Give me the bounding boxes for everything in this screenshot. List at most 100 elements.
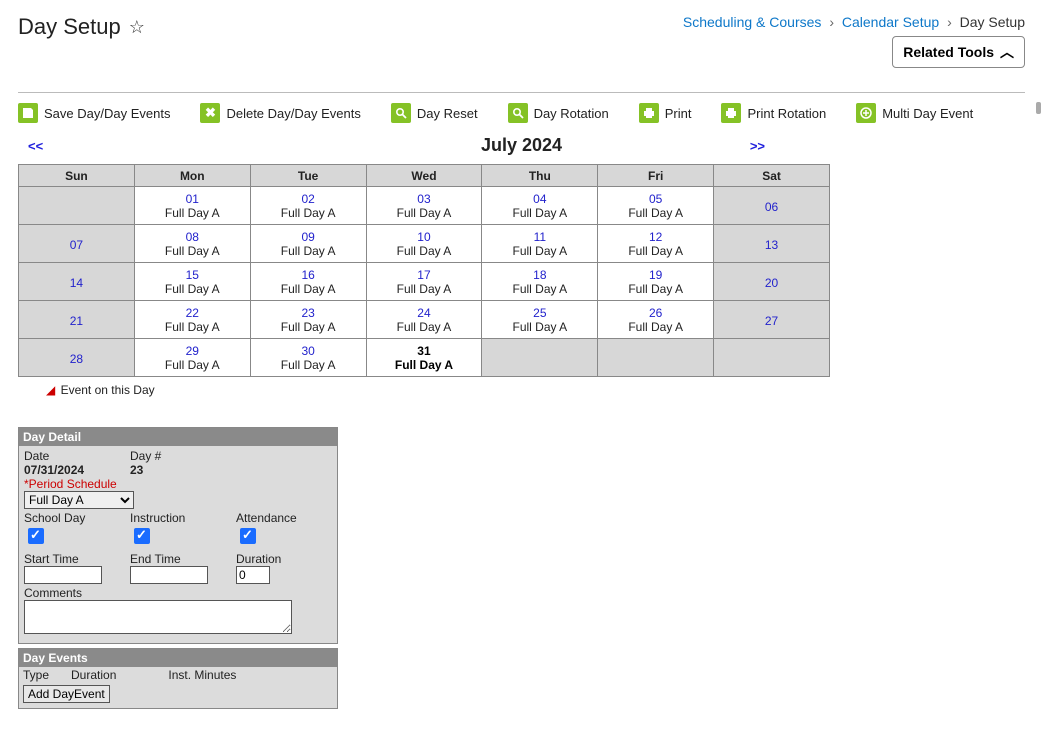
calendar-day-cell[interactable]: 31Full Day A xyxy=(366,339,482,377)
legend-text: Event on this Day xyxy=(61,383,155,397)
magnify-icon xyxy=(391,103,411,123)
calendar-day-cell[interactable]: 02Full Day A xyxy=(250,187,366,225)
day-schedule-label: Full Day A xyxy=(482,206,597,222)
calendar-day-cell[interactable]: 14 xyxy=(19,263,135,301)
breadcrumb-calendar-setup[interactable]: Calendar Setup xyxy=(842,14,939,30)
print-icon xyxy=(639,103,659,123)
calendar-day-cell[interactable]: 03Full Day A xyxy=(366,187,482,225)
calendar-day-cell[interactable]: 16Full Day A xyxy=(250,263,366,301)
weekday-header: Fri xyxy=(598,165,714,187)
calendar-day-cell[interactable]: 20 xyxy=(714,263,830,301)
calendar-day-cell[interactable]: 26Full Day A xyxy=(598,301,714,339)
instruction-label: Instruction xyxy=(130,511,226,525)
calendar-day-cell[interactable]: 22Full Day A xyxy=(134,301,250,339)
col-duration: Duration xyxy=(71,668,116,682)
calendar-day-cell[interactable]: 08Full Day A xyxy=(134,225,250,263)
toolbar-label: Print Rotation xyxy=(747,106,826,121)
day-number: 29 xyxy=(135,342,250,358)
panel-title: Day Events xyxy=(19,649,337,667)
calendar-day-cell[interactable]: 07 xyxy=(19,225,135,263)
calendar-day-cell[interactable]: 13 xyxy=(714,225,830,263)
day-number: 10 xyxy=(367,228,482,244)
calendar-day-cell[interactable]: 04Full Day A xyxy=(482,187,598,225)
instruction-checkbox[interactable] xyxy=(134,528,150,544)
delete-icon: ✖ xyxy=(200,103,220,123)
day-schedule-label: Full Day A xyxy=(482,282,597,298)
toolbar: Save Day/Day Events ✖ Delete Day/Day Eve… xyxy=(18,92,1025,123)
toolbar-label: Day Reset xyxy=(417,106,478,121)
calendar-day-cell[interactable]: 17Full Day A xyxy=(366,263,482,301)
day-number: 30 xyxy=(251,342,366,358)
attendance-checkbox[interactable] xyxy=(240,528,256,544)
calendar-day-cell[interactable]: 28 xyxy=(19,339,135,377)
period-schedule-select[interactable]: Full Day A xyxy=(24,491,134,509)
start-time-input[interactable] xyxy=(24,566,102,584)
calendar-day-cell[interactable]: 10Full Day A xyxy=(366,225,482,263)
day-schedule-label: Full Day A xyxy=(598,320,713,336)
calendar-day-cell[interactable]: 06 xyxy=(714,187,830,225)
comments-textarea[interactable] xyxy=(24,600,292,634)
breadcrumb-scheduling[interactable]: Scheduling & Courses xyxy=(683,14,822,30)
calendar-grid: SunMonTueWedThuFriSat 01Full Day A02Full… xyxy=(18,164,830,377)
calendar-day-cell[interactable]: 24Full Day A xyxy=(366,301,482,339)
scrollbar-hint[interactable] xyxy=(1036,102,1041,114)
day-detail-panel: Day Detail Date 07/31/2024 Day # 23 *Per… xyxy=(18,427,338,644)
day-reset-button[interactable]: Day Reset xyxy=(391,103,478,123)
day-schedule-label: Full Day A xyxy=(135,320,250,336)
plus-icon xyxy=(856,103,876,123)
weekday-header: Sat xyxy=(714,165,830,187)
daynum-value: 23 xyxy=(130,463,226,477)
calendar-day-cell[interactable]: 09Full Day A xyxy=(250,225,366,263)
calendar-day-cell[interactable]: 30Full Day A xyxy=(250,339,366,377)
calendar-day-cell[interactable]: 11Full Day A xyxy=(482,225,598,263)
calendar-day-cell[interactable]: 18Full Day A xyxy=(482,263,598,301)
month-title: July 2024 xyxy=(481,129,562,162)
day-schedule-label: Full Day A xyxy=(598,206,713,222)
day-number: 28 xyxy=(19,350,134,366)
print-button[interactable]: Print xyxy=(639,103,692,123)
calendar-day-cell[interactable]: 27 xyxy=(714,301,830,339)
chevron-right-icon: › xyxy=(943,14,956,30)
date-label: Date xyxy=(24,449,120,463)
calendar-day-cell[interactable]: 23Full Day A xyxy=(250,301,366,339)
related-tools-button[interactable]: Related Tools ︿ xyxy=(892,36,1025,68)
day-number: 09 xyxy=(251,228,366,244)
next-month-button[interactable]: >> xyxy=(750,138,765,153)
day-number: 04 xyxy=(482,190,597,206)
day-number: 15 xyxy=(135,266,250,282)
duration-label: Duration xyxy=(236,552,332,566)
calendar-day-cell[interactable]: 21 xyxy=(19,301,135,339)
page-title: Day Setup xyxy=(18,14,121,40)
favorite-star-icon[interactable]: ☆ xyxy=(129,17,145,38)
school-day-checkbox[interactable] xyxy=(28,528,44,544)
day-rotation-button[interactable]: Day Rotation xyxy=(508,103,609,123)
weekday-header: Tue xyxy=(250,165,366,187)
school-day-label: School Day xyxy=(24,511,120,525)
day-schedule-label: Full Day A xyxy=(135,244,250,260)
calendar-day-cell[interactable]: 12Full Day A xyxy=(598,225,714,263)
multi-day-event-button[interactable]: Multi Day Event xyxy=(856,103,973,123)
day-schedule-label: Full Day A xyxy=(251,320,366,336)
calendar-day-cell[interactable]: 29Full Day A xyxy=(134,339,250,377)
weekday-header: Sun xyxy=(19,165,135,187)
period-schedule-label: *Period Schedule xyxy=(24,477,332,491)
delete-button[interactable]: ✖ Delete Day/Day Events xyxy=(200,103,360,123)
end-time-label: End Time xyxy=(130,552,226,566)
calendar-day-cell[interactable]: 25Full Day A xyxy=(482,301,598,339)
toolbar-label: Print xyxy=(665,106,692,121)
calendar-day-cell[interactable]: 19Full Day A xyxy=(598,263,714,301)
calendar-day-cell[interactable]: 15Full Day A xyxy=(134,263,250,301)
weekday-header: Thu xyxy=(482,165,598,187)
save-button[interactable]: Save Day/Day Events xyxy=(18,103,170,123)
day-number: 17 xyxy=(367,266,482,282)
start-time-label: Start Time xyxy=(24,552,120,566)
prev-month-button[interactable]: << xyxy=(28,138,43,153)
calendar-day-cell[interactable]: 05Full Day A xyxy=(598,187,714,225)
end-time-input[interactable] xyxy=(130,566,208,584)
calendar-day-cell[interactable]: 01Full Day A xyxy=(134,187,250,225)
related-tools-label: Related Tools xyxy=(903,44,994,60)
print-rotation-button[interactable]: Print Rotation xyxy=(721,103,826,123)
duration-input[interactable] xyxy=(236,566,270,584)
add-day-event-button[interactable]: Add DayEvent xyxy=(23,685,110,703)
day-schedule-label: Full Day A xyxy=(135,206,250,222)
